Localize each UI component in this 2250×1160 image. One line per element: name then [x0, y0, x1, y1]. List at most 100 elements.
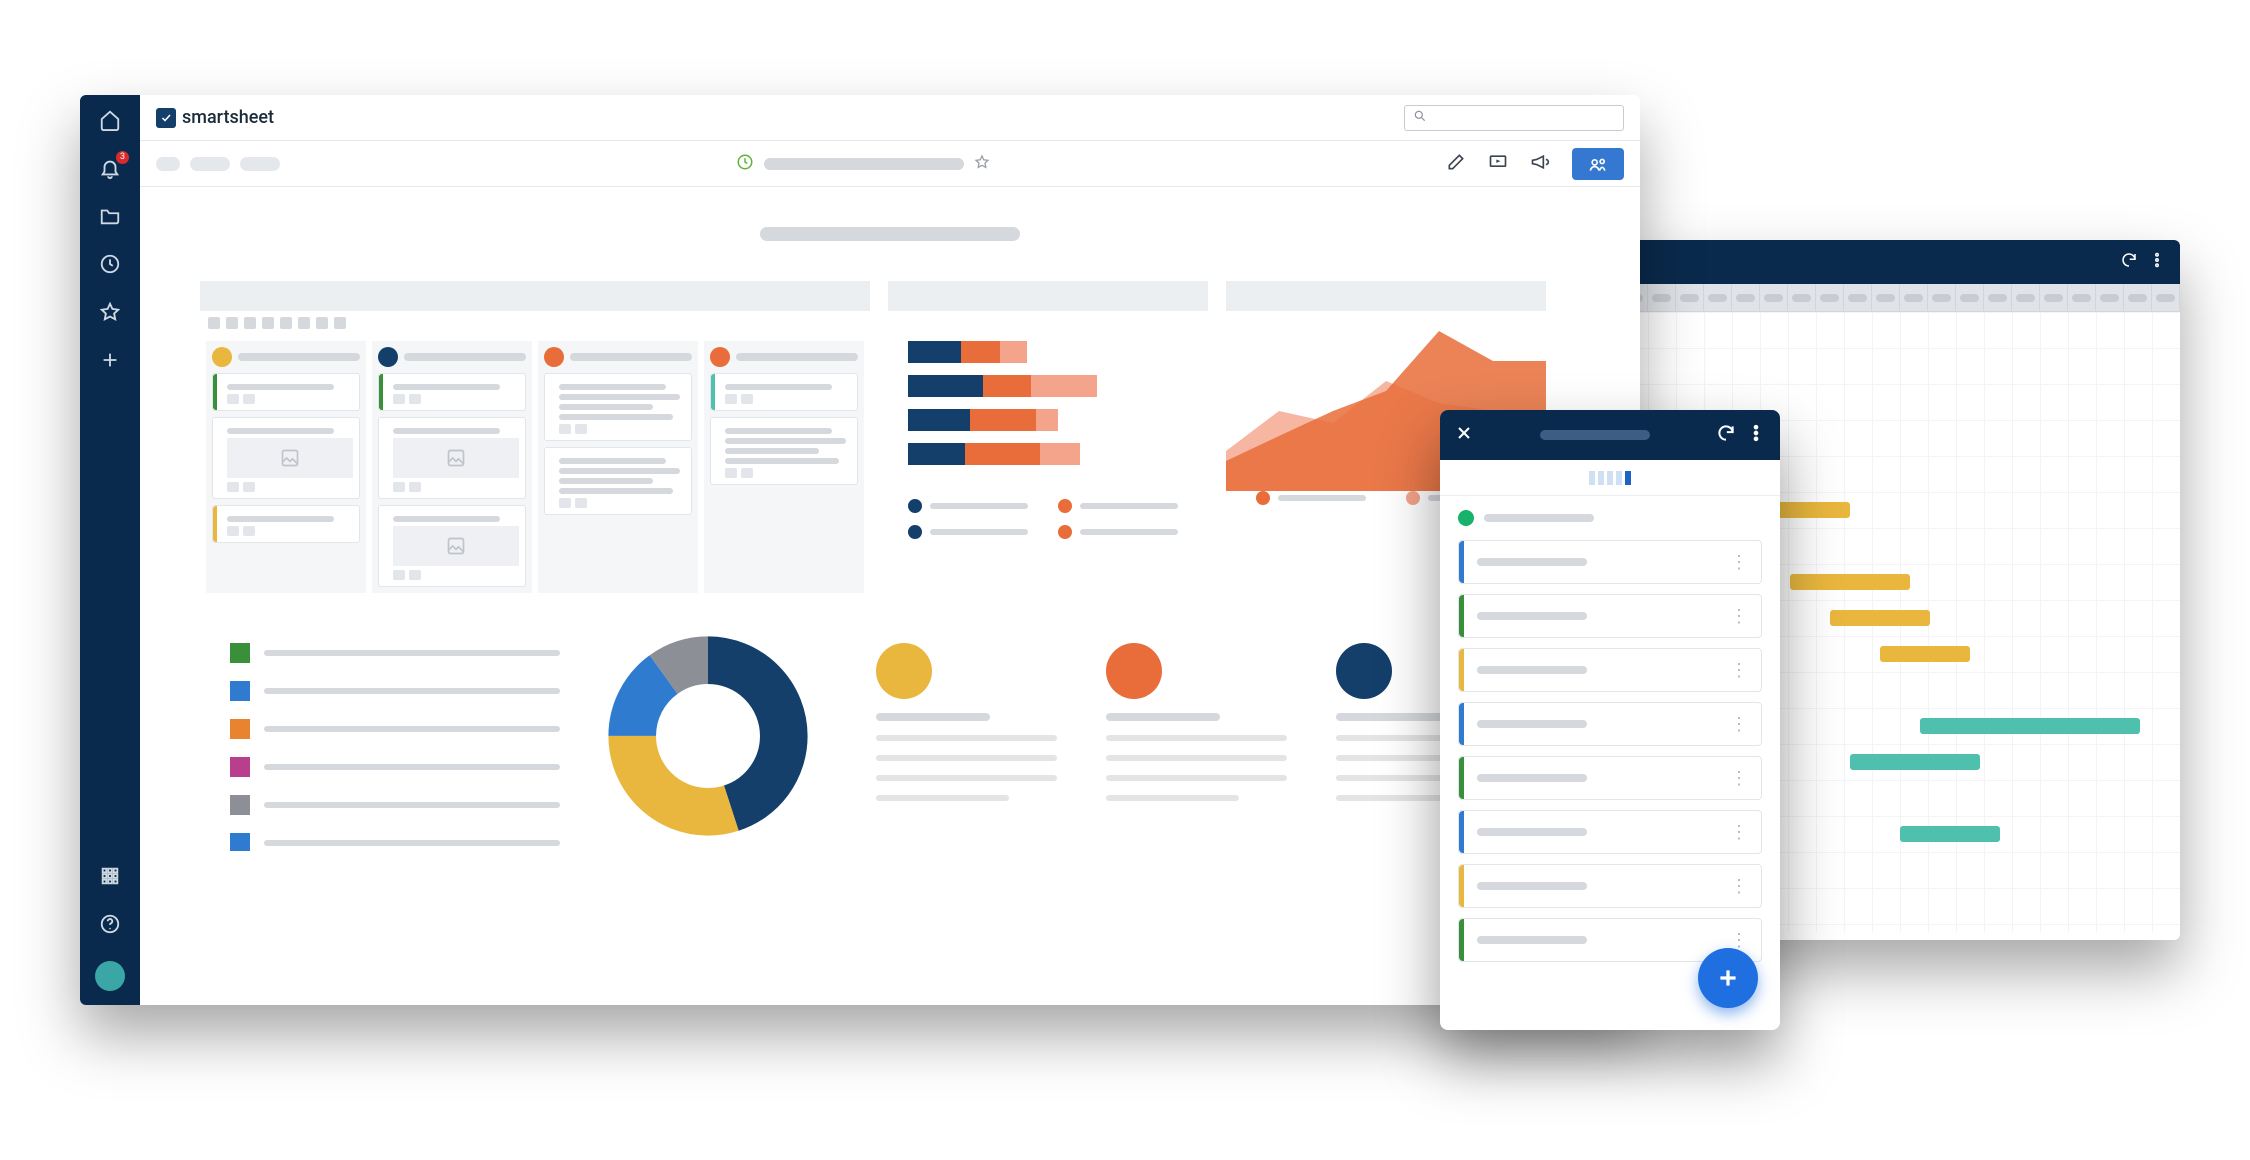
brand[interactable]: smartsheet	[156, 107, 274, 128]
gantt-bar[interactable]	[1830, 610, 1930, 626]
kanban-card[interactable]	[710, 373, 858, 411]
mobile-titlebar	[1440, 410, 1780, 460]
brand-logo-icon	[156, 108, 176, 128]
more-icon[interactable]: ⋮	[1730, 660, 1747, 681]
breadcrumb[interactable]	[190, 157, 230, 171]
kanban-card[interactable]	[710, 417, 858, 485]
list-item[interactable]: ⋮	[1458, 648, 1762, 692]
home-icon[interactable]	[99, 109, 121, 131]
folder-icon[interactable]	[99, 205, 121, 227]
list-item[interactable]: ⋮	[1458, 864, 1762, 908]
avatar	[378, 347, 398, 367]
side-rail: 3	[80, 95, 140, 1005]
edit-pencil-icon[interactable]	[1446, 152, 1466, 176]
more-icon[interactable]: ⋮	[1730, 768, 1747, 789]
list-item[interactable]	[230, 681, 560, 701]
breadcrumb[interactable]	[156, 157, 180, 171]
legend-list-widget[interactable]	[200, 621, 560, 851]
mobile-section-header	[1458, 510, 1762, 526]
apps-grid-icon[interactable]	[99, 865, 121, 887]
user-avatar[interactable]	[95, 961, 125, 991]
plus-icon[interactable]	[99, 349, 121, 371]
favorite-star-icon[interactable]	[974, 154, 990, 174]
avatar	[710, 347, 730, 367]
toolbar	[140, 141, 1640, 187]
more-icon[interactable]: ⋮	[1730, 606, 1747, 627]
gantt-bar[interactable]	[1790, 574, 1910, 590]
gantt-bar[interactable]	[1900, 826, 2000, 842]
breadcrumb[interactable]	[240, 157, 280, 171]
kanban-column[interactable]	[206, 341, 366, 593]
donut-chart-widget[interactable]	[578, 621, 838, 851]
fab-add-button[interactable]	[1698, 948, 1758, 1008]
list-item[interactable]	[230, 795, 560, 815]
brand-name: smartsheet	[182, 107, 274, 128]
clock-icon[interactable]	[99, 253, 121, 275]
dashboard-title	[200, 227, 1580, 241]
list-item[interactable]: ⋮	[1458, 756, 1762, 800]
dashboard-window: 3 smartsheet	[80, 95, 1640, 1005]
kanban-widget[interactable]	[200, 281, 870, 599]
bar-chart-widget[interactable]	[888, 281, 1208, 599]
sheet-title[interactable]	[764, 158, 964, 170]
kanban-card[interactable]	[212, 417, 360, 499]
present-icon[interactable]	[1488, 152, 1508, 176]
list-item[interactable]	[230, 833, 560, 851]
person-card[interactable]	[1106, 643, 1296, 851]
more-icon[interactable]: ⋮	[1730, 876, 1747, 897]
more-icon[interactable]: ⋮	[1730, 552, 1747, 573]
more-vertical-icon[interactable]	[1746, 423, 1766, 447]
kanban-card[interactable]	[378, 417, 526, 499]
refresh-icon[interactable]	[2120, 251, 2138, 273]
gantt-header-row	[1620, 284, 2180, 312]
mobile-title	[1540, 430, 1650, 440]
people-widget[interactable]	[856, 621, 1526, 851]
avatar	[544, 347, 564, 367]
more-icon[interactable]: ⋮	[1730, 822, 1747, 843]
list-item[interactable]: ⋮	[1458, 540, 1762, 584]
list-item[interactable]: ⋮	[1458, 810, 1762, 854]
topbar: smartsheet	[140, 95, 1640, 141]
notification-badge: 3	[116, 151, 129, 164]
search-icon	[1413, 108, 1427, 127]
search-input[interactable]	[1404, 105, 1624, 131]
more-vertical-icon[interactable]	[2148, 251, 2166, 273]
close-icon[interactable]	[1454, 423, 1474, 447]
gantt-bar[interactable]	[1850, 754, 1980, 770]
kanban-column[interactable]	[538, 341, 698, 593]
gantt-titlebar	[1620, 240, 2180, 284]
avatar	[1106, 643, 1162, 699]
more-icon[interactable]: ⋮	[1730, 714, 1747, 735]
list-item[interactable]: ⋮	[1458, 594, 1762, 638]
main-column: smartsheet	[140, 95, 1640, 1005]
kanban-card[interactable]	[212, 373, 360, 411]
mobile-tabs[interactable]	[1440, 460, 1780, 496]
gantt-bar[interactable]	[1880, 646, 1970, 662]
mobile-panel: ⋮ ⋮ ⋮ ⋮ ⋮ ⋮ ⋮ ⋮	[1440, 410, 1780, 1030]
gantt-bar[interactable]	[1920, 718, 2140, 734]
share-button[interactable]	[1572, 148, 1624, 180]
kanban-column[interactable]	[704, 341, 864, 593]
avatar	[1336, 643, 1392, 699]
refresh-icon[interactable]	[1716, 423, 1736, 447]
status-clock-icon	[736, 153, 754, 175]
list-item[interactable]: ⋮	[1458, 702, 1762, 746]
bell-icon[interactable]: 3	[99, 157, 121, 179]
avatar	[876, 643, 932, 699]
list-item[interactable]	[230, 643, 560, 663]
kanban-card[interactable]	[212, 505, 360, 543]
kanban-card[interactable]	[544, 447, 692, 515]
kanban-card[interactable]	[378, 373, 526, 411]
kanban-column[interactable]	[372, 341, 532, 593]
dashboard-body	[140, 187, 1640, 1005]
status-dot-icon	[1458, 510, 1474, 526]
list-item[interactable]	[230, 719, 560, 739]
megaphone-icon[interactable]	[1530, 152, 1550, 176]
person-card[interactable]	[876, 643, 1066, 851]
star-icon[interactable]	[99, 301, 121, 323]
kanban-card[interactable]	[544, 373, 692, 441]
kanban-card[interactable]	[378, 505, 526, 587]
more-icon[interactable]: ⋮	[1730, 930, 1747, 951]
list-item[interactable]	[230, 757, 560, 777]
help-icon[interactable]	[99, 913, 121, 935]
